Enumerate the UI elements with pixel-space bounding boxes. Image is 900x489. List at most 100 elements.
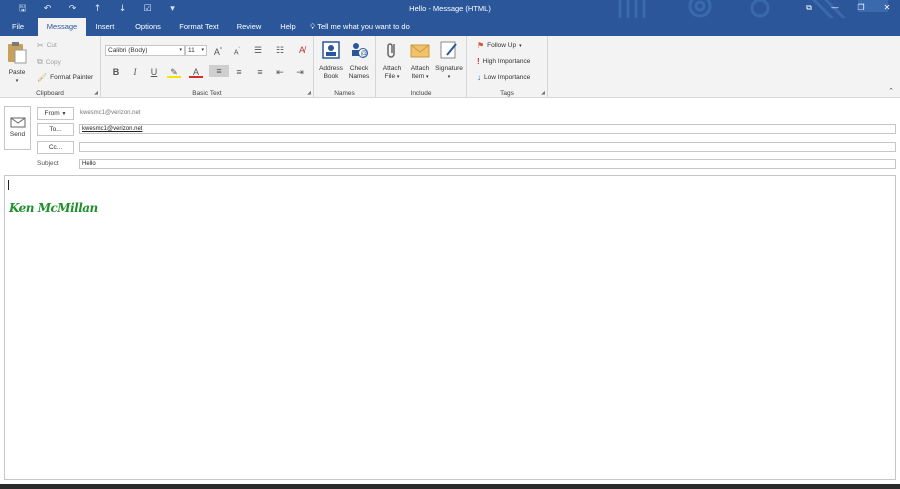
tags-launcher-icon[interactable]: ◢ — [541, 90, 545, 96]
subject-field[interactable]: Hello — [79, 159, 896, 169]
align-right-icon[interactable]: ≡ — [253, 66, 267, 78]
customize-qat-icon[interactable]: ▾ — [160, 3, 185, 15]
attach-file-button[interactable]: Attach File ▾ — [378, 40, 406, 81]
tags-group-label: Tags — [500, 90, 514, 97]
attach-file-label-1: Attach — [382, 65, 402, 72]
follow-up-label: Follow Up — [487, 42, 517, 49]
address-book-label-1: Address — [319, 65, 343, 72]
signature-label: Signature — [435, 65, 463, 72]
names-group-label: Names — [334, 90, 355, 97]
basic-text-group-label: Basic Text — [192, 90, 222, 97]
redo-icon[interactable]: ↷ — [60, 3, 85, 15]
bullets-icon[interactable]: ☰ — [251, 44, 265, 56]
align-center-icon[interactable]: ≡ — [232, 66, 246, 78]
cc-field[interactable] — [79, 142, 896, 152]
paste-dropdown-icon: ▾ — [15, 78, 19, 84]
format-painter-label: Format Painter — [50, 74, 94, 81]
tab-help[interactable]: Help — [276, 18, 300, 36]
bold-icon[interactable]: B — [109, 66, 123, 78]
ribbon: Paste ▾ ✂ Cut ⧉ Copy 🖌︎ Format Painter C… — [0, 36, 900, 98]
save-icon[interactable]: 🖫 — [10, 3, 35, 15]
tell-me-text: Tell me what you want to do — [317, 22, 410, 31]
grow-font-icon[interactable]: A^ — [211, 44, 225, 57]
undo-icon[interactable]: ↶ — [35, 3, 60, 15]
chevron-down-icon: ▾ — [447, 74, 451, 80]
tab-format-text[interactable]: Format Text — [176, 18, 222, 36]
increase-indent-icon[interactable]: ⇥ — [293, 66, 307, 78]
highlight-icon[interactable]: ✎ — [167, 66, 181, 78]
from-button[interactable]: From ▼ — [37, 107, 74, 120]
check-names-label-2: Names — [348, 73, 370, 80]
signature-icon — [440, 41, 457, 59]
low-importance-button[interactable]: ↓ Low Importance — [477, 73, 530, 82]
tab-review[interactable]: Review — [232, 18, 266, 36]
shrink-font-icon[interactable]: Aˇ — [230, 44, 244, 56]
decrease-indent-icon[interactable]: ⇤ — [273, 66, 287, 78]
clipboard-launcher-icon[interactable]: ◢ — [94, 90, 98, 96]
numbering-icon[interactable]: ☷ — [273, 44, 287, 56]
copy-icon: ⧉ — [37, 57, 43, 66]
send-button[interactable]: Send — [4, 106, 31, 150]
minimize-icon[interactable]: — — [822, 2, 848, 14]
check-names-button[interactable]: @ Check Names — [345, 40, 373, 81]
chevron-down-icon: ▾ — [179, 47, 182, 53]
paste-button[interactable]: Paste ▾ — [3, 40, 31, 85]
message-body[interactable]: Ken McMillan — [4, 175, 896, 480]
basic-text-launcher-icon[interactable]: ◢ — [307, 90, 311, 96]
tab-message[interactable]: Message — [38, 18, 86, 36]
cut-label: Cut — [46, 42, 57, 49]
clear-formatting-icon[interactable]: A̸ — [295, 44, 309, 56]
copy-button[interactable]: ⧉ Copy — [37, 57, 61, 67]
format-painter-button[interactable]: 🖌︎ Format Painter — [37, 73, 93, 82]
basic-text-group: Calibri (Body) ▾ 11 ▾ A^ Aˇ ☰ ☷ A̸ B I U… — [101, 36, 314, 98]
paperclip-icon — [387, 43, 395, 58]
check-icon[interactable]: ☑ — [135, 3, 160, 15]
clipboard-group-label: Clipboard — [36, 90, 64, 97]
font-size-select[interactable]: 11 ▾ — [185, 45, 207, 56]
paste-label: Paste — [8, 69, 26, 76]
check-names-label-1: Check — [349, 65, 369, 72]
restore-icon[interactable]: ❐ — [848, 2, 874, 14]
align-left-icon[interactable]: ≡ — [209, 65, 229, 77]
to-button[interactable]: To... — [37, 123, 74, 136]
signature-button[interactable]: Signature ▾ — [434, 40, 464, 81]
follow-up-button[interactable]: ⚑ Follow Up ▾ — [477, 41, 522, 50]
ribbon-display-options-icon[interactable]: ⧉ — [796, 2, 822, 14]
close-icon[interactable]: ✕ — [874, 2, 900, 14]
clipboard-group: Paste ▾ ✂ Cut ⧉ Copy 🖌︎ Format Painter C… — [0, 36, 101, 98]
cut-button[interactable]: ✂ Cut — [37, 41, 57, 50]
font-color-icon[interactable]: A — [189, 66, 203, 78]
window-title: Hello - Message (HTML) — [409, 4, 491, 13]
down-arrow-icon: ↓ — [477, 73, 481, 82]
include-group: Attach File ▾ Attach Item ▾ Signature ▾ … — [376, 36, 467, 98]
chevron-down-icon: ▾ — [425, 74, 429, 80]
text-cursor — [8, 180, 9, 190]
to-field[interactable]: kwesmc1@verizon.net — [79, 124, 896, 134]
send-label: Send — [9, 131, 26, 138]
collapse-ribbon-icon[interactable]: ⌃ — [888, 87, 894, 95]
format-painter-icon: 🖌︎ — [37, 73, 48, 82]
to-recipient: kwesmc1@verizon.net — [82, 126, 143, 132]
high-importance-button[interactable]: ! High Importance — [477, 57, 530, 66]
next-item-icon[interactable]: ↓ — [110, 3, 135, 15]
from-value: kwesmc1@verizon.net — [80, 110, 141, 116]
attach-item-button[interactable]: Attach Item ▾ — [406, 40, 434, 81]
svg-text:@: @ — [361, 51, 368, 58]
address-book-button[interactable]: Address Book — [317, 40, 345, 81]
tab-options[interactable]: Options — [130, 18, 166, 36]
font-name-select[interactable]: Calibri (Body) ▾ — [105, 45, 185, 56]
previous-item-icon[interactable]: ↑ — [85, 3, 110, 15]
tab-insert[interactable]: Insert — [90, 18, 120, 36]
italic-icon[interactable]: I — [128, 66, 142, 78]
chevron-down-icon: ▼ — [61, 111, 67, 117]
cc-button[interactable]: Cc... — [37, 141, 74, 154]
attach-item-label-row: Item ▾ — [406, 73, 434, 81]
ribbon-tabs: File Message Insert Options Format Text … — [0, 18, 900, 36]
subject-value: Hello — [82, 161, 96, 167]
attach-item-label-1: Attach — [410, 65, 430, 72]
tell-me-box[interactable]: 💡︎ Tell me what you want to do — [310, 18, 414, 36]
send-icon — [10, 117, 25, 128]
tab-file[interactable]: File — [4, 18, 32, 36]
attach-item-label-2: Item — [411, 73, 425, 80]
underline-icon[interactable]: U — [147, 66, 161, 78]
